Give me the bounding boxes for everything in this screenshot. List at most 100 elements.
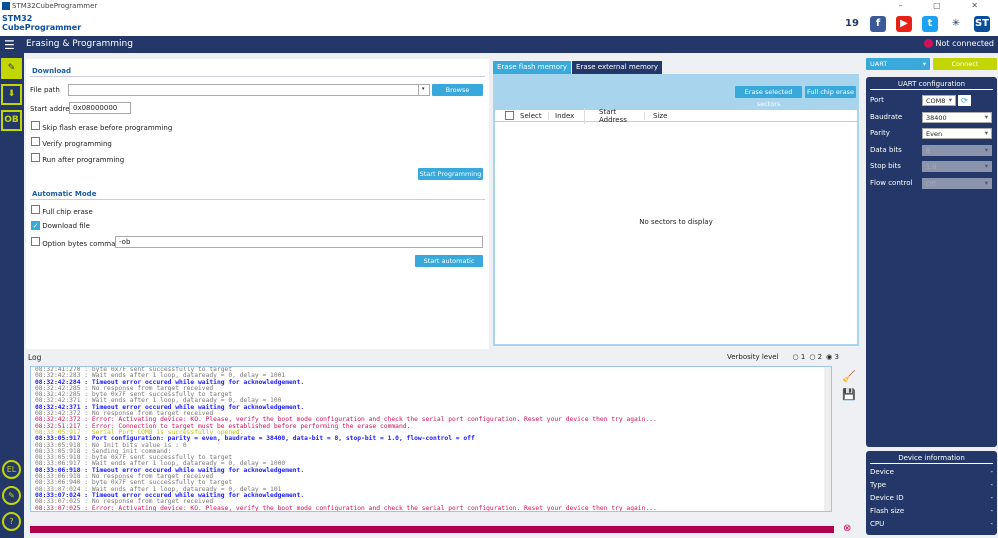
- start-address-input[interactable]: 0x08000000: [69, 102, 131, 114]
- sidebar-tool-icon[interactable]: ✎: [2, 486, 21, 505]
- device-info-row: Type -: [866, 479, 997, 492]
- parity-select[interactable]: Even: [922, 128, 992, 139]
- device-info-row: Device ID -: [866, 492, 997, 505]
- hamburger-menu-icon[interactable]: ☰: [4, 38, 15, 52]
- cancel-icon[interactable]: ⊗: [843, 523, 851, 534]
- full-chip-erase-label: Full chip erase: [42, 208, 93, 216]
- social-links: 19 f ▶ t ✳ ST: [844, 14, 990, 34]
- erase-selected-button[interactable]: Erase selected sectors: [735, 86, 802, 108]
- save-log-icon[interactable]: 💾: [842, 388, 856, 401]
- file-path-dropdown-icon[interactable]: ▾: [418, 84, 430, 96]
- verbosity-control: Verbosity level ○ 1 ○ 2 ◉ 3: [727, 353, 839, 361]
- sidebar-download-icon[interactable]: ⬇: [1, 84, 22, 105]
- download-heading: Download: [32, 67, 72, 75]
- sidebar-erasing-programming-icon[interactable]: ✎: [1, 58, 22, 79]
- erase-tabs: Erase flash memory Erase external memory: [493, 61, 663, 74]
- baudrate-select[interactable]: 38400: [922, 111, 992, 123]
- sidebar-help-icon[interactable]: ?: [2, 512, 21, 531]
- row-label: CPU: [870, 520, 885, 528]
- device-info-row: Device -: [866, 466, 997, 479]
- facebook-icon[interactable]: f: [870, 16, 886, 32]
- tab-erase-external[interactable]: Erase external memory: [572, 61, 663, 74]
- divider: [30, 199, 485, 200]
- top-bar: ☰ Erasing & Programming Not connected: [0, 36, 998, 53]
- device-info-box: Device information Device - Type - Device ID…: [866, 451, 997, 535]
- file-path-input[interactable]: [68, 84, 430, 96]
- option-bytes-input[interactable]: -ob: [115, 236, 483, 248]
- anniversary-icon[interactable]: 19: [844, 16, 860, 32]
- connection-status: Not connected: [923, 39, 994, 48]
- select-all-checkbox[interactable]: [505, 111, 514, 120]
- twitter-icon[interactable]: t: [922, 16, 938, 32]
- automatic-mode-heading: Automatic Mode: [32, 190, 97, 198]
- tab-erase-flash[interactable]: Erase flash memory: [493, 61, 572, 74]
- field-label: Data bits: [870, 145, 902, 154]
- table-header: Select Index Start Address Size: [495, 107, 857, 124]
- download-panel: Download File path ▾ Browse Start addres…: [26, 59, 489, 349]
- row-value: -: [990, 468, 993, 476]
- start-automatic-button[interactable]: Start automatic mode: [415, 255, 483, 277]
- field-label: Port: [870, 96, 884, 104]
- file-path-label: File path: [30, 86, 60, 94]
- col-size: Size: [644, 111, 684, 120]
- empty-message: No sectors to display: [639, 218, 713, 226]
- row-label: Device: [870, 468, 894, 476]
- interface-select[interactable]: UART ▾: [866, 58, 930, 70]
- field-label: Baudrate: [870, 112, 903, 121]
- download-file-label: Download file: [42, 222, 90, 230]
- stop-bits-select: 1.0: [922, 161, 992, 172]
- option-bytes-checkbox[interactable]: Option bytes commands: [31, 237, 128, 248]
- port-select[interactable]: COM8: [922, 95, 956, 106]
- st-logo-icon[interactable]: ST: [974, 16, 990, 32]
- start-programming-button[interactable]: Start Programming: [418, 168, 483, 180]
- field-label: Flow control: [870, 178, 913, 187]
- clear-log-icon[interactable]: 🧹: [842, 370, 856, 383]
- field-label: Parity: [870, 129, 890, 137]
- status-dot-icon: [923, 39, 933, 48]
- row-value: -: [990, 481, 993, 489]
- connection-panel: UART ▾ Connect UART configuration Port COM…: [862, 53, 998, 538]
- device-info-title: Device information: [870, 451, 993, 464]
- row-value: -: [990, 494, 993, 502]
- log-line: 08:33:07:025 : Error: Activating device:…: [35, 504, 657, 512]
- log-output[interactable]: 08:32:41:270 : byte 0x7F sent successful…: [30, 366, 832, 512]
- device-info-row: Flash size -: [866, 505, 997, 518]
- verbosity-radio-3[interactable]: ◉ 3: [826, 353, 839, 361]
- main-area: Download File path ▾ Browse Start addres…: [24, 53, 862, 350]
- run-after-checkbox[interactable]: Run after programming: [31, 153, 124, 164]
- window-controls[interactable]: – ▢ ✕: [899, 1, 992, 10]
- sectors-table: Select Index Start Address Size No secto…: [495, 107, 857, 344]
- progress-fill: [30, 526, 834, 533]
- skip-erase-checkbox[interactable]: Skip flash erase before programming: [31, 121, 172, 132]
- youtube-icon[interactable]: ▶: [896, 16, 912, 32]
- sidebar: ✎ ⬇ OB EL ✎ ?: [0, 53, 24, 538]
- full-chip-erase-checkbox[interactable]: Full chip erase: [31, 205, 93, 216]
- verify-label: Verify programming: [42, 140, 112, 148]
- connect-button[interactable]: Connect: [933, 58, 997, 70]
- progress-bar: [30, 526, 834, 533]
- erase-panel: Erase selected sectors Full chip erase S…: [493, 74, 859, 346]
- divider: [30, 76, 485, 77]
- col-select: Select: [520, 111, 542, 120]
- refresh-port-icon[interactable]: ⟳: [958, 95, 971, 106]
- field-label: Stop bits: [870, 162, 901, 170]
- window-title: STM32CubeProgrammer: [12, 2, 98, 10]
- uart-config-title: UART configuration: [870, 77, 993, 90]
- run-after-label: Run after programming: [42, 156, 125, 164]
- browse-button[interactable]: Browse: [432, 84, 483, 96]
- sidebar-el-icon[interactable]: EL: [2, 460, 21, 479]
- page-title: Erasing & Programming: [26, 39, 133, 49]
- col-index: Index: [548, 111, 584, 120]
- download-file-checkbox[interactable]: ✓ Download file: [31, 221, 90, 230]
- row-value: -: [990, 507, 993, 515]
- interface-value: UART: [870, 60, 888, 68]
- verbosity-radio-1[interactable]: ○ 1: [793, 353, 806, 361]
- verbosity-radio-2[interactable]: ○ 2: [809, 353, 822, 361]
- log-scrollbar[interactable]: [824, 367, 831, 511]
- full-chip-erase-button[interactable]: Full chip erase: [805, 86, 856, 98]
- status-text: Not connected: [935, 39, 994, 48]
- sidebar-option-bytes-icon[interactable]: OB: [1, 110, 22, 131]
- device-info-row: CPU -: [866, 518, 997, 531]
- verify-checkbox[interactable]: Verify programming: [31, 137, 112, 148]
- network-icon[interactable]: ✳: [948, 16, 964, 32]
